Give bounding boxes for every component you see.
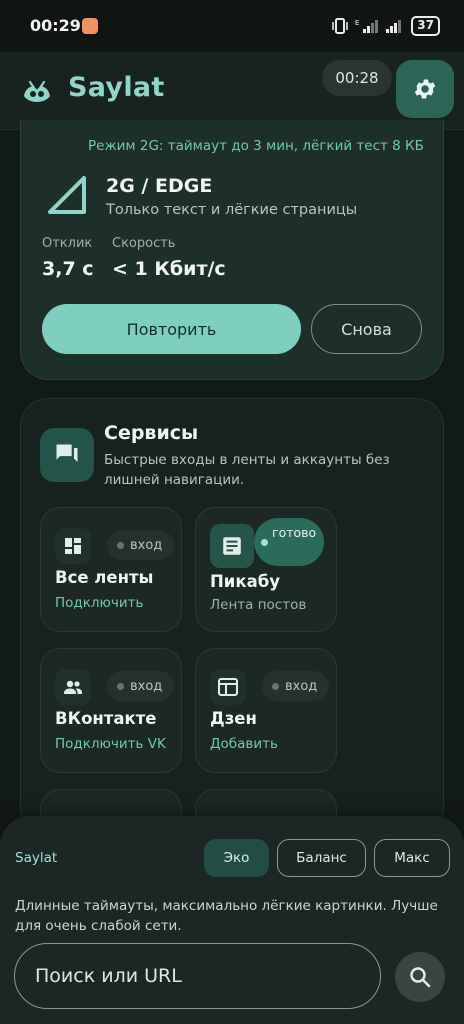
chat-icon	[56, 444, 78, 462]
tile-name: Пикабу	[210, 572, 280, 591]
svg-text:E: E	[355, 19, 359, 27]
tile-connect-link[interactable]: Подключить	[55, 595, 143, 611]
app-logo-icon	[24, 80, 50, 102]
search-button[interactable]	[395, 952, 445, 1002]
settings-button[interactable]	[396, 60, 454, 118]
again-button[interactable]: Снова	[311, 304, 422, 354]
signal-1-icon: E	[355, 19, 379, 33]
latency-value: 3,7 с	[42, 258, 94, 280]
status-dot	[261, 539, 268, 546]
people-icon	[64, 680, 82, 694]
service-tile-all-feeds[interactable]: вход Все ленты Подключить	[40, 507, 182, 632]
signal-2-icon	[386, 20, 402, 33]
speed-label: Скорость	[112, 236, 176, 251]
mode-max-button[interactable]: Макс	[374, 839, 450, 877]
service-tile-vk[interactable]: вход ВКонтакте Подключить VK	[40, 648, 182, 773]
status-icons: E 37	[331, 16, 440, 36]
window-icon	[218, 678, 238, 696]
tile-subtitle: Лента постов	[210, 597, 307, 613]
status-dot	[272, 682, 279, 690]
status-badge: вход	[107, 530, 175, 560]
tile-connect-link[interactable]: Добавить	[210, 736, 278, 752]
services-icon-box	[40, 428, 94, 482]
speed-value: < 1 Кбит/с	[112, 258, 226, 280]
mode-description: Длинные таймауты, максимально лёгкие кар…	[15, 898, 438, 934]
network-type: 2G / EDGE	[106, 175, 213, 197]
search-icon	[410, 967, 431, 988]
notification-icon	[82, 18, 98, 34]
tile-icon-box	[210, 669, 246, 705]
tile-name: Дзен	[210, 709, 257, 728]
sheet-label: Saylat	[15, 850, 58, 866]
tile-icon-box	[210, 524, 254, 568]
status-text: вход	[285, 678, 318, 694]
tile-icon-box	[55, 669, 91, 705]
vibrate-icon	[332, 18, 349, 34]
gear-icon	[414, 79, 436, 99]
status-text: готово	[272, 525, 317, 540]
network-description: Только текст и лёгкие страницы	[106, 202, 358, 218]
status-text: вход	[130, 678, 163, 694]
services-title: Сервисы	[104, 422, 199, 444]
status-dot	[117, 682, 124, 690]
retry-button[interactable]: Повторить	[42, 304, 301, 354]
battery-indicator: 37	[411, 16, 440, 36]
tile-name: ВКонтакте	[55, 709, 157, 728]
tile-icon-box	[55, 528, 91, 564]
tile-name: Все ленты	[55, 568, 154, 587]
search-box[interactable]	[14, 943, 381, 1009]
status-dot	[117, 541, 124, 549]
mode-balance-button[interactable]: Баланс	[277, 839, 366, 877]
service-tile-pikabu[interactable]: готово Пикабу Лента постов	[195, 507, 337, 632]
status-badge-ready: готово	[254, 518, 324, 566]
mode-eco-button[interactable]: Эко	[204, 839, 269, 877]
article-icon	[223, 537, 241, 555]
timer-badge: 00:28	[322, 60, 392, 96]
status-time: 00:29	[30, 16, 81, 35]
tile-connect-link[interactable]: Подключить VK	[55, 736, 166, 752]
services-description: Быстрые входы в ленты и аккаунты без лиш…	[104, 452, 390, 488]
latency-label: Отклик	[42, 236, 93, 251]
status-text: вход	[130, 537, 163, 553]
search-input[interactable]	[35, 965, 355, 987]
app-title: Saylat	[68, 72, 165, 103]
network-mode-text: Режим 2G: таймаут до 3 мин, лёгкий тест …	[88, 138, 424, 154]
signal-triangle-icon	[48, 176, 86, 214]
service-tile-dzen[interactable]: вход Дзен Добавить	[195, 648, 337, 773]
status-badge: вход	[262, 671, 330, 701]
grid-icon	[65, 538, 81, 554]
status-badge: вход	[107, 671, 175, 701]
